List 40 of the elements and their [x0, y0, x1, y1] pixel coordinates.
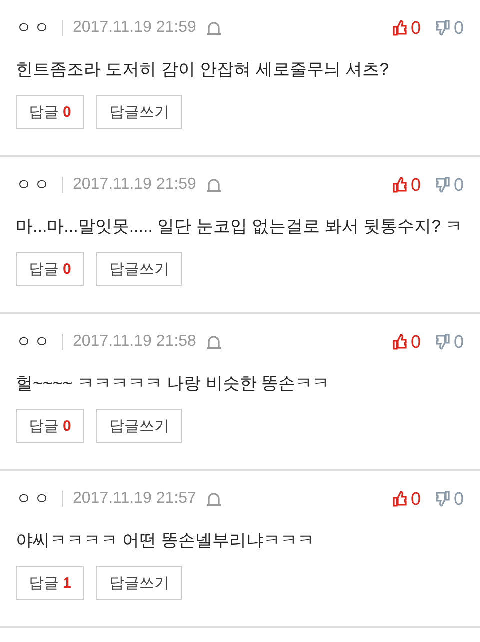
- thumbs-up-icon[interactable]: [392, 20, 408, 36]
- dislike-count: 0: [454, 18, 464, 38]
- thumbs-down-icon[interactable]: [434, 177, 451, 193]
- author-name: ㅇㅇ: [16, 332, 52, 352]
- report-icon[interactable]: [206, 20, 222, 36]
- comment-text: 힌트좀조라 도저히 감이 안잡혀 세로줄무늬 셔츠?: [16, 59, 390, 81]
- like-count: 0: [410, 18, 421, 38]
- write-reply-button[interactable]: 답글쓰기: [96, 566, 182, 600]
- author-name: ㅇㅇ: [16, 490, 52, 510]
- comment-date: 2017.11.19 21:59: [73, 19, 196, 37]
- author-name: ㅇㅇ: [16, 18, 52, 38]
- write-reply-button[interactable]: 답글쓰기: [96, 252, 182, 286]
- comment-text: 야씨ㅋㅋㅋㅋ 어떤 똥손넬부리냐ㅋㅋㅋ: [16, 530, 316, 552]
- comment-text: 마...마...말잇못..... 일단 눈코입 없는걸로 봐서 뒷통수지? ㅋ: [16, 216, 464, 238]
- report-icon[interactable]: [206, 491, 222, 507]
- reply-count-button[interactable]: 답글 0: [16, 409, 84, 443]
- like-count: 0: [410, 332, 421, 352]
- comment-date: 2017.11.19 21:59: [73, 176, 196, 194]
- like-count: 0: [410, 174, 421, 196]
- reply-count-button[interactable]: 답글 0: [16, 95, 84, 129]
- dislike-count: 0: [454, 332, 464, 352]
- like-count: 0: [410, 488, 421, 510]
- comment-date: 2017.11.19 21:57: [73, 490, 196, 508]
- thumbs-up-icon[interactable]: [392, 177, 408, 193]
- author-name: ㅇㅇ: [16, 176, 52, 196]
- reply-count-button[interactable]: 답글 1: [16, 566, 84, 600]
- thumbs-down-icon[interactable]: [434, 491, 451, 507]
- write-reply-button[interactable]: 답글쓰기: [96, 95, 182, 129]
- thumbs-up-icon[interactable]: [392, 491, 408, 507]
- reply-count-button[interactable]: 답글 0: [16, 252, 84, 286]
- write-reply-button[interactable]: 답글쓰기: [96, 409, 182, 443]
- report-icon[interactable]: [206, 334, 222, 350]
- thumbs-up-icon[interactable]: [392, 334, 408, 350]
- thumbs-down-icon[interactable]: [434, 334, 451, 350]
- dislike-count: 0: [454, 174, 464, 196]
- comment-text: 헐~~~~ ㅋㅋㅋㅋㅋ 나랑 비슷한 똥손ㅋㅋ: [16, 373, 331, 395]
- report-icon[interactable]: [206, 177, 222, 193]
- dislike-count: 0: [454, 488, 464, 510]
- thumbs-down-icon[interactable]: [434, 20, 451, 36]
- comment-date: 2017.11.19 21:58: [73, 333, 196, 351]
